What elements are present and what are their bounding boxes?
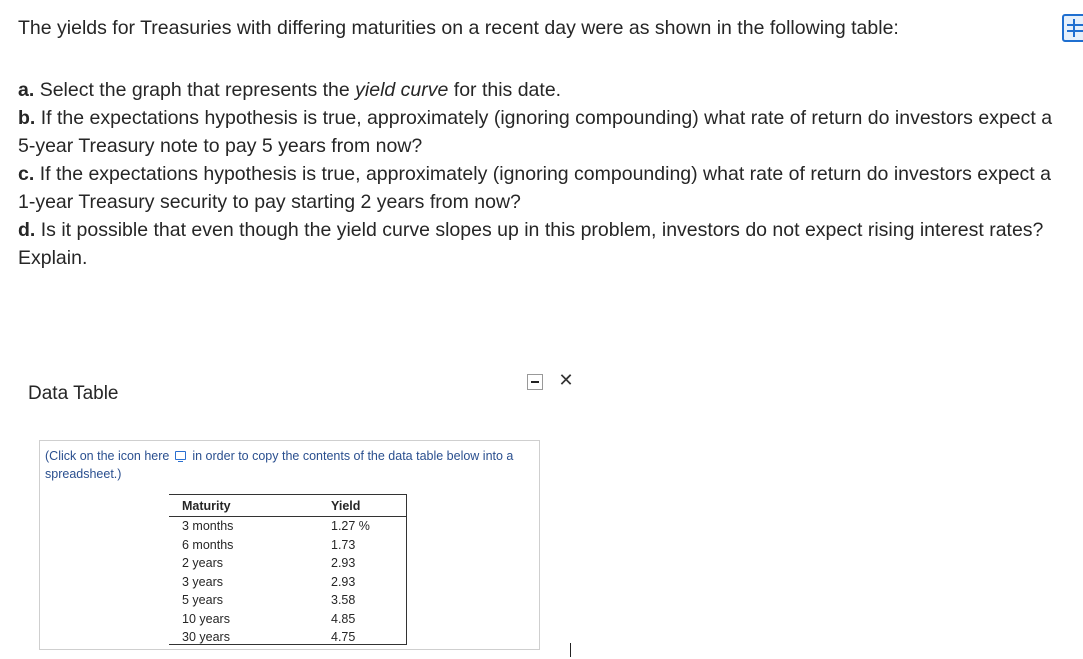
cell-yield: 3.58	[331, 593, 356, 607]
copy-icon[interactable]	[174, 451, 186, 462]
popup-title: Data Table	[28, 383, 119, 404]
part-text: Is it possible that even though the yiel…	[18, 219, 1044, 269]
part-label: a.	[18, 79, 35, 101]
cell-maturity: 6 months	[182, 537, 234, 552]
cell-maturity: 3 months	[182, 519, 234, 533]
table-row: 3 months 1.27 %	[169, 517, 406, 536]
cell-maturity: 5 years	[182, 593, 223, 607]
text-cursor	[570, 643, 571, 657]
table-row: 3 years 2.93	[169, 573, 406, 592]
table-row: 6 months 1.73	[169, 536, 406, 555]
part-label: b.	[18, 107, 36, 129]
part-emphasis: yield curve	[355, 79, 449, 101]
cell-maturity: 30 years	[182, 630, 230, 644]
maturity-yield-table: Maturity Yield 3 months 1.27 % 6 months …	[169, 494, 407, 645]
part-label: d.	[18, 219, 36, 241]
cell-yield: 1.73	[331, 537, 356, 552]
cell-maturity: 2 years	[182, 556, 223, 570]
cell-yield: 2.93	[331, 574, 356, 589]
question-part-d: d. Is it possible that even though the y…	[18, 216, 1068, 272]
cell-yield: 4.75	[331, 630, 356, 644]
cell-yield: 2.93	[331, 556, 356, 570]
cell-maturity: 3 years	[182, 574, 223, 589]
table-row: 5 years 3.58	[169, 591, 406, 610]
copy-note-text: (Click on the icon here	[45, 449, 170, 463]
data-table-panel: (Click on the icon here in order to copy…	[39, 440, 540, 650]
part-text: If the expectations hypothesis is true, …	[18, 163, 1051, 213]
table-row: 10 years 4.85	[169, 610, 406, 629]
cell-yield: 4.85	[331, 611, 356, 626]
question-part-c: c. If the expectations hypothesis is tru…	[18, 160, 1068, 216]
cell-maturity: 10 years	[182, 611, 230, 626]
question-text: The yields for Treasuries with differing…	[18, 14, 1068, 272]
question-part-a: a. Select the graph that represents the …	[18, 76, 1068, 104]
table-row: 2 years 2.93	[169, 554, 406, 573]
table-header: Maturity Yield	[169, 497, 406, 517]
header-maturity: Maturity	[182, 499, 231, 513]
table-icon[interactable]	[1062, 14, 1083, 42]
close-icon[interactable]: ✕	[557, 370, 575, 390]
cell-yield: 1.27 %	[331, 519, 370, 533]
part-text: If the expectations hypothesis is true, …	[18, 107, 1053, 157]
table-row: 30 years 4.75	[169, 628, 406, 647]
question-part-b: b. If the expectations hypothesis is tru…	[18, 104, 1068, 160]
question-intro: The yields for Treasuries with differing…	[18, 17, 899, 39]
header-yield: Yield	[331, 499, 361, 513]
copy-instructions: (Click on the icon here in order to copy…	[45, 447, 525, 483]
part-label: c.	[18, 163, 35, 185]
part-text: Select the graph that represents the	[39, 79, 356, 101]
part-text: for this date.	[448, 79, 562, 101]
minimize-icon[interactable]	[527, 374, 543, 390]
